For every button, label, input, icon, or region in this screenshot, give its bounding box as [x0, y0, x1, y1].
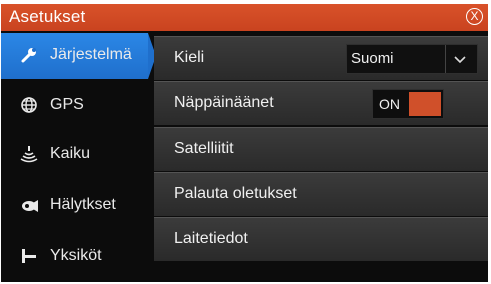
settings-sidebar: Järjestelmä GPS Kaiku Hälytkset Yksiköt [1, 31, 156, 282]
sonar-icon [19, 144, 39, 164]
sidebar-item-label: Hälytkset [50, 196, 116, 213]
sidebar-item-gps[interactable]: GPS [1, 81, 154, 129]
close-icon[interactable]: X [466, 8, 483, 25]
wrench-icon [19, 45, 39, 65]
sidebar-item-jarjestelma[interactable]: Järjestelmä [1, 31, 156, 79]
sidebar-item-label: GPS [50, 96, 84, 113]
language-row[interactable]: Kieli Suomi [154, 36, 488, 80]
settings-window: Asetukset X Järjestelmä GPS Kaiku Hälytk… [1, 4, 488, 282]
key-beeps-row[interactable]: Näppäinäänet ON [154, 81, 488, 125]
restore-defaults-row[interactable]: Palauta oletukset [154, 172, 488, 216]
window-title: Asetukset [9, 7, 86, 26]
alarm-horn-icon [19, 195, 39, 215]
satellites-row[interactable]: Satelliitit [154, 127, 488, 171]
sidebar-item-kaiku[interactable]: Kaiku [1, 130, 154, 178]
restore-defaults-label: Palauta oletukset [174, 185, 297, 202]
globe-icon [19, 95, 39, 115]
sidebar-item-label: Järjestelmä [50, 46, 132, 63]
language-value: Suomi [351, 50, 394, 67]
units-icon [19, 246, 39, 266]
sidebar-item-label: Yksiköt [50, 247, 102, 264]
key-beeps-toggle[interactable]: ON [372, 89, 444, 119]
satellites-label: Satelliitit [174, 140, 234, 157]
language-select[interactable]: Suomi [346, 44, 478, 74]
sidebar-item-yksikot[interactable]: Yksiköt [1, 232, 154, 280]
device-info-label: Laitetiedot [174, 230, 248, 247]
toggle-knob [409, 92, 441, 116]
settings-panel: Kieli Suomi Näppäinäänet ON Satelliitit [154, 31, 488, 282]
sidebar-item-label: Kaiku [50, 145, 91, 162]
chevron-down-icon[interactable] [451, 51, 469, 67]
sidebar-item-halytkset[interactable]: Hälytkset [1, 181, 154, 229]
key-beeps-label: Näppäinäänet [174, 94, 274, 111]
language-label: Kieli [174, 49, 205, 66]
device-info-row[interactable]: Laitetiedot [154, 217, 488, 261]
title-bar: Asetukset X [1, 4, 488, 31]
toggle-state-label: ON [379, 96, 400, 112]
